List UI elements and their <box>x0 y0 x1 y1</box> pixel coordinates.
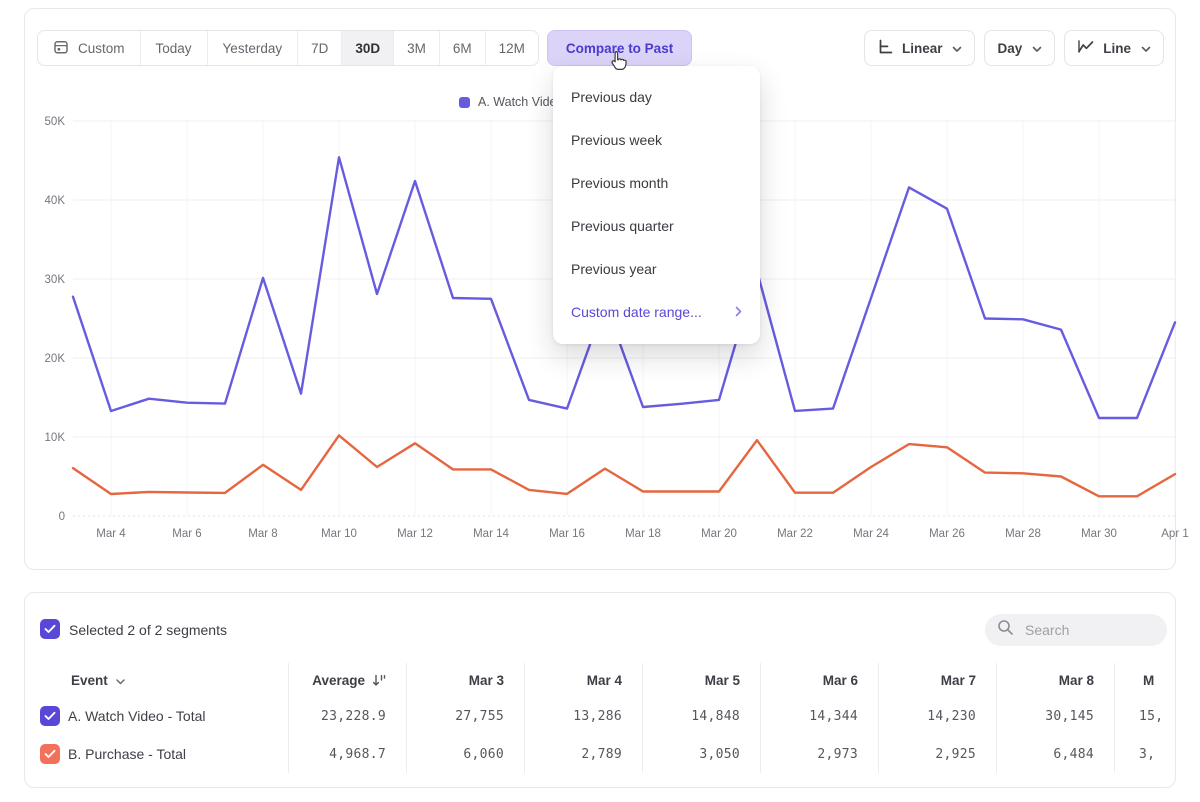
chevron-down-icon <box>1032 41 1042 56</box>
chevron-down-icon <box>116 673 125 688</box>
menu-item-custom-date-range[interactable]: Custom date range... <box>553 290 760 333</box>
line-chart-icon <box>1077 39 1095 57</box>
series-line-purchase <box>73 435 1175 496</box>
value-cell: 6,060 <box>407 735 525 773</box>
segment-label: B. Purchase - Total <box>68 746 186 762</box>
column-header-date: Mar 5 <box>643 663 761 697</box>
x-axis-tick-label: Mar 28 <box>1005 528 1041 540</box>
y-axis-tick-label: 50K <box>45 116 66 128</box>
chevron-right-icon <box>735 304 742 320</box>
value-cell: 14,344 <box>761 697 879 735</box>
column-header-average[interactable]: Average <box>289 663 407 697</box>
menu-item-previous-year[interactable]: Previous year <box>553 247 760 290</box>
segments-table-card: Selected 2 of 2 segments Event Average Mar… <box>24 592 1176 788</box>
selected-segments-label: Selected 2 of 2 segments <box>69 622 227 638</box>
table-header-row: Event Average Mar 3Mar 4Mar 5Mar 6Mar 7Mar… <box>25 663 1175 697</box>
column-header-date: Mar 7 <box>879 663 997 697</box>
range-12m-button[interactable]: 12M <box>486 31 538 65</box>
chart-toolbar: Custom Today Yesterday 7D 30D 3M 6M 12M … <box>37 30 1164 66</box>
average-value-cell: 4,968.7 <box>289 735 407 773</box>
column-header-event[interactable]: Event <box>25 663 289 697</box>
x-axis-tick-label: Apr 1 <box>1161 528 1189 540</box>
legend-swatch-watch-video <box>459 97 470 108</box>
menu-item-previous-day[interactable]: Previous day <box>553 75 760 118</box>
x-axis-tick-label: Mar 22 <box>777 528 813 540</box>
segments-table: Event Average Mar 3Mar 4Mar 5Mar 6Mar 7Mar… <box>25 663 1175 773</box>
calendar-icon <box>53 39 69 58</box>
segment-search[interactable] <box>985 614 1167 646</box>
y-axis-tick-label: 30K <box>45 274 66 286</box>
value-cell: 3, <box>1115 735 1175 773</box>
column-header-date: Mar 3 <box>407 663 525 697</box>
y-axis-tick-label: 10K <box>45 432 66 444</box>
y-axis-tick-label: 40K <box>45 195 66 207</box>
x-axis-tick-label: Mar 16 <box>549 528 585 540</box>
chart-option-buttons: Linear Day Line <box>864 30 1164 66</box>
average-header-label: Average <box>312 673 365 688</box>
value-cell: 14,848 <box>643 697 761 735</box>
search-input[interactable] <box>1023 621 1155 639</box>
x-axis-tick-label: Mar 26 <box>929 528 965 540</box>
average-value-cell: 23,228.9 <box>289 697 407 735</box>
legend-item-watch-video[interactable]: A. Watch Video <box>459 95 563 109</box>
y-axis-tick-label: 20K <box>45 353 66 365</box>
select-all-checkbox[interactable] <box>40 619 60 639</box>
segment-label: A. Watch Video - Total <box>68 708 205 724</box>
column-header-date: Mar 8 <box>997 663 1115 697</box>
menu-item-previous-quarter[interactable]: Previous quarter <box>553 204 760 247</box>
search-icon <box>997 619 1014 641</box>
table-row: B. Purchase - Total 4,968.76,0602,7893,05… <box>25 735 1175 773</box>
x-axis-tick-label: Mar 30 <box>1081 528 1117 540</box>
compare-to-past-menu: Previous day Previous week Previous mont… <box>553 66 760 344</box>
x-axis-tick-label: Mar 6 <box>172 528 201 540</box>
granularity-dropdown-button[interactable]: Day <box>984 30 1055 66</box>
menu-item-previous-month[interactable]: Previous month <box>553 161 760 204</box>
value-cell: 14,230 <box>879 697 997 735</box>
chevron-down-icon <box>1141 41 1151 56</box>
x-axis-tick-label: Mar 12 <box>397 528 433 540</box>
x-axis-tick-label: Mar 8 <box>248 528 277 540</box>
segment-cell: B. Purchase - Total <box>25 735 289 773</box>
value-cell: 2,925 <box>879 735 997 773</box>
x-axis-tick-label: Mar 18 <box>625 528 661 540</box>
range-3m-button[interactable]: 3M <box>394 31 440 65</box>
segment-checkbox[interactable] <box>40 744 60 764</box>
value-cell: 3,050 <box>643 735 761 773</box>
range-6m-button[interactable]: 6M <box>440 31 486 65</box>
value-cell: 27,755 <box>407 697 525 735</box>
x-axis-tick-label: Mar 10 <box>321 528 357 540</box>
date-range-segmented-control: Custom Today Yesterday 7D 30D 3M 6M 12M <box>37 30 539 66</box>
chart-type-dropdown-button[interactable]: Line <box>1064 30 1164 66</box>
value-cell: 2,789 <box>525 735 643 773</box>
y-axis-tick-label: 0 <box>59 511 65 523</box>
table-row: A. Watch Video - Total 23,228.927,75513,2… <box>25 697 1175 735</box>
x-axis-tick-label: Mar 20 <box>701 528 737 540</box>
value-cell: 2,973 <box>761 735 879 773</box>
compare-to-past-button[interactable]: Compare to Past <box>547 30 692 66</box>
value-cell: 13,286 <box>525 697 643 735</box>
range-yesterday-button[interactable]: Yesterday <box>208 31 299 65</box>
sort-descending-icon <box>372 674 386 687</box>
event-header-label: Event <box>71 673 108 688</box>
range-custom-button[interactable]: Custom <box>38 31 141 65</box>
menu-item-previous-week[interactable]: Previous week <box>553 118 760 161</box>
segment-cell: A. Watch Video - Total <box>25 697 289 735</box>
range-30d-button[interactable]: 30D <box>342 31 394 65</box>
range-today-button[interactable]: Today <box>141 31 208 65</box>
column-header-date: M <box>1115 663 1175 697</box>
x-axis-tick-label: Mar 4 <box>96 528 126 540</box>
range-custom-label: Custom <box>78 41 125 56</box>
axes-icon <box>877 38 894 58</box>
value-cell: 30,145 <box>997 697 1115 735</box>
segment-checkbox[interactable] <box>40 706 60 726</box>
value-cell: 15, <box>1115 697 1175 735</box>
value-cell: 6,484 <box>997 735 1115 773</box>
column-header-date: Mar 4 <box>525 663 643 697</box>
x-axis-tick-label: Mar 14 <box>473 528 509 540</box>
x-axis-tick-label: Mar 24 <box>853 528 889 540</box>
range-7d-button[interactable]: 7D <box>298 31 342 65</box>
chevron-down-icon <box>952 41 962 56</box>
scale-dropdown-button[interactable]: Linear <box>864 30 976 66</box>
column-header-date: Mar 6 <box>761 663 879 697</box>
